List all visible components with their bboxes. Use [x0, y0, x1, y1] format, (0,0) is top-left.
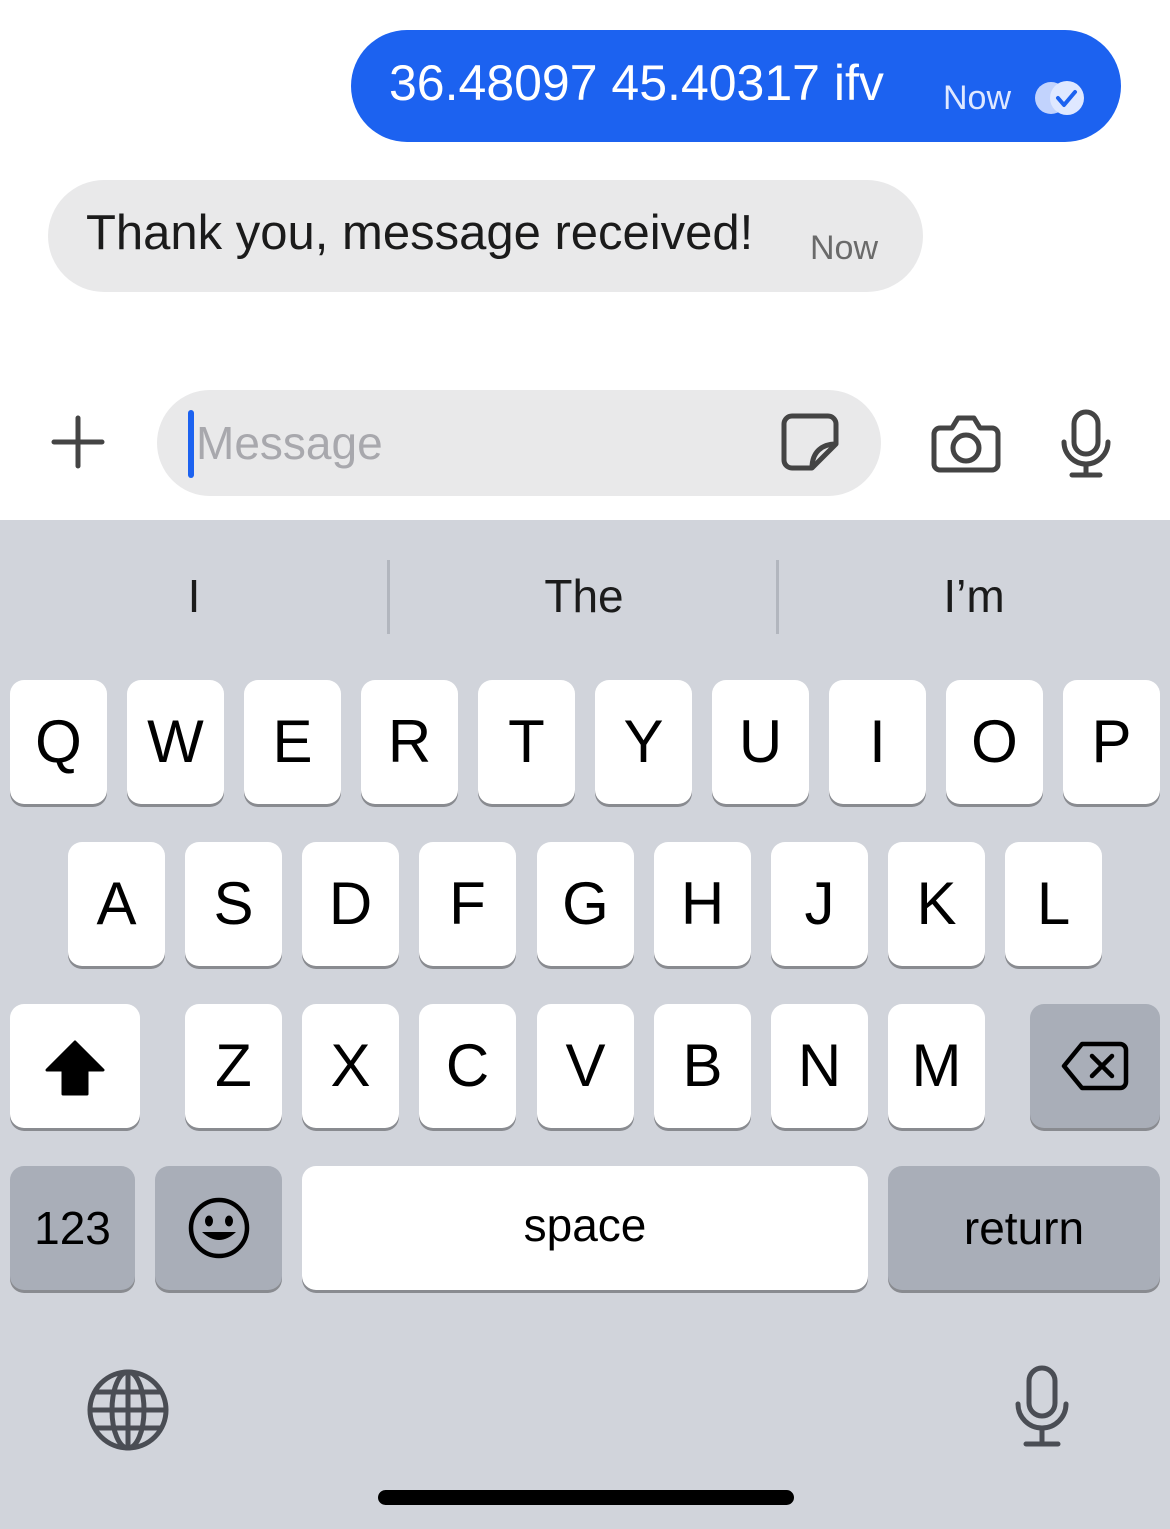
key-label: space [523, 1199, 647, 1251]
key-label: C [445, 1032, 490, 1099]
message-time: Now [943, 79, 1012, 117]
key-label: S [213, 870, 254, 937]
backspace-icon [1061, 1041, 1129, 1091]
message-composer: Message [0, 380, 1170, 510]
shift-icon [45, 1040, 105, 1096]
return-key[interactable]: return [888, 1166, 1160, 1290]
microphone-icon[interactable] [1058, 408, 1114, 480]
keyboard: I The I’m Q W E R T Y U I O P A S D F G … [0, 520, 1170, 1529]
key-label: W [147, 708, 204, 775]
emoji-icon [188, 1197, 250, 1259]
message-placeholder: Message [196, 417, 383, 469]
key-label: 123 [34, 1202, 111, 1254]
message-time: Now [810, 229, 879, 267]
key-label: F [449, 870, 486, 937]
key-u[interactable]: U [712, 680, 809, 804]
outgoing-message-bubble[interactable]: 36.48097 45.40317 ifv Now [351, 30, 1121, 142]
key-label: L [1036, 870, 1071, 937]
key-label: V [565, 1032, 606, 1099]
key-label: T [508, 708, 545, 775]
key-b[interactable]: B [654, 1004, 751, 1128]
key-label: G [562, 870, 609, 937]
key-label: U [738, 708, 783, 775]
delivered-check-icon [1035, 81, 1084, 115]
key-i[interactable]: I [829, 680, 926, 804]
suggestion-1[interactable]: I [0, 560, 388, 632]
dictation-icon[interactable] [1012, 1364, 1072, 1450]
key-label: R [387, 708, 432, 775]
key-q[interactable]: Q [10, 680, 107, 804]
key-label: P [1091, 708, 1132, 775]
key-c[interactable]: C [419, 1004, 516, 1128]
message-text: 36.48097 45.40317 ifv [389, 55, 884, 111]
key-label: N [797, 1032, 842, 1099]
key-label: H [680, 870, 725, 937]
home-indicator[interactable] [378, 1490, 794, 1505]
message-text: Thank you, message received! [86, 206, 754, 260]
key-label: Z [215, 1032, 252, 1099]
sticker-icon[interactable] [778, 410, 842, 474]
emoji-key[interactable] [155, 1166, 282, 1290]
shift-key[interactable] [10, 1004, 140, 1128]
key-x[interactable]: X [302, 1004, 399, 1128]
key-s[interactable]: S [185, 842, 282, 966]
key-a[interactable]: A [68, 842, 165, 966]
key-v[interactable]: V [537, 1004, 634, 1128]
camera-icon[interactable] [930, 410, 1002, 476]
key-label: B [682, 1032, 723, 1099]
suggestion-3[interactable]: I’m [780, 560, 1168, 632]
key-l[interactable]: L [1005, 842, 1102, 966]
key-label: D [328, 870, 373, 937]
key-label: E [272, 708, 313, 775]
suggestion-divider [776, 560, 779, 634]
key-k[interactable]: K [888, 842, 985, 966]
key-h[interactable]: H [654, 842, 751, 966]
key-label: O [971, 708, 1018, 775]
key-label: J [804, 870, 835, 937]
space-key[interactable]: space [302, 1166, 868, 1290]
key-j[interactable]: J [771, 842, 868, 966]
key-f[interactable]: F [419, 842, 516, 966]
key-r[interactable]: R [361, 680, 458, 804]
key-label: M [911, 1032, 962, 1099]
key-t[interactable]: T [478, 680, 575, 804]
text-caret [188, 410, 194, 478]
key-e[interactable]: E [244, 680, 341, 804]
key-label: K [916, 870, 957, 937]
plus-icon[interactable] [48, 412, 108, 472]
key-y[interactable]: Y [595, 680, 692, 804]
key-z[interactable]: Z [185, 1004, 282, 1128]
key-g[interactable]: G [537, 842, 634, 966]
key-label: A [96, 870, 137, 937]
key-d[interactable]: D [302, 842, 399, 966]
suggestion-2[interactable]: The [390, 560, 778, 632]
key-label: I [869, 708, 886, 775]
key-m[interactable]: M [888, 1004, 985, 1128]
globe-icon[interactable] [86, 1368, 170, 1452]
key-label: Y [623, 708, 664, 775]
backspace-key[interactable] [1030, 1004, 1160, 1128]
conversation: 36.48097 45.40317 ifv Now Thank you, mes… [0, 0, 1170, 520]
numbers-key[interactable]: 123 [10, 1166, 135, 1290]
key-label: Q [35, 708, 82, 775]
key-p[interactable]: P [1063, 680, 1160, 804]
key-label: return [963, 1202, 1085, 1254]
key-n[interactable]: N [771, 1004, 868, 1128]
key-w[interactable]: W [127, 680, 224, 804]
key-o[interactable]: O [946, 680, 1043, 804]
incoming-message-bubble[interactable]: Thank you, message received! Now [48, 180, 923, 292]
key-label: X [330, 1032, 371, 1099]
